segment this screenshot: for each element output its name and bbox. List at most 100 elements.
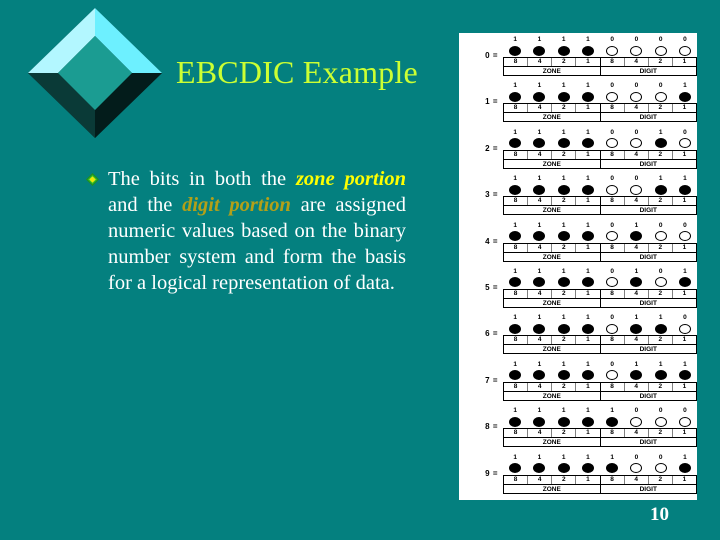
ebcdic-place-value: 2 — [649, 336, 673, 345]
bit-dot-empty-icon — [654, 277, 667, 288]
ebcdic-bit-dot-cell — [600, 277, 624, 288]
ebcdic-bit-label: 1 — [586, 407, 590, 415]
ebcdic-row: 4 = 1 1 1 1 0 1 0 0 8 4 2 1 8 4 2 1 ZONE DIGIT — [459, 222, 697, 268]
ebcdic-bit-dot-cell — [527, 463, 551, 474]
ebcdic-bit-dot-cell — [600, 323, 624, 334]
bit-dot-empty-icon — [654, 416, 667, 427]
ebcdic-place-value: 4 — [528, 58, 553, 66]
bit-dot-filled-icon — [557, 231, 570, 242]
ebcdic-place-value: 4 — [625, 150, 649, 159]
bullet-block: The bits in both the zone portion and th… — [86, 166, 406, 296]
ebcdic-place-value: 1 — [682, 150, 687, 158]
bit-dot-filled-icon — [509, 231, 522, 242]
ebcdic-bit-label: 0 — [634, 407, 639, 415]
ebcdic-bit-dot-cell — [576, 323, 600, 334]
ebcdic-bit-label: 1 — [513, 453, 517, 461]
page-title: EBCDIC Example — [176, 54, 418, 90]
bit-dot-filled-icon — [509, 184, 522, 195]
bullet-text: The bits in both the zone portion and th… — [108, 166, 406, 296]
ebcdic-bit-label: 1 — [683, 175, 687, 183]
ebcdic-bit-dots — [503, 462, 697, 475]
bit-dot-filled-icon — [654, 184, 667, 195]
ebcdic-place-value: 1 — [682, 289, 687, 297]
ebcdic-place-value: 2 — [552, 197, 577, 206]
ebcdic-bit-dot-cell — [649, 231, 673, 242]
ebcdic-place-value: 1 — [682, 475, 687, 483]
ebcdic-row-label: 9 = — [485, 468, 498, 478]
ebcdic-bit-label: 1 — [537, 221, 542, 229]
ebcdic-place-value: 8 — [504, 150, 529, 159]
bit-dot-empty-icon — [678, 138, 691, 149]
ebcdic-group-labels: ZONE DIGIT — [503, 344, 697, 355]
bit-dot-filled-icon — [630, 277, 643, 288]
ebcdic-row-label: 4 = — [485, 236, 498, 246]
ebcdic-bit-dot-cell — [527, 277, 551, 288]
ebcdic-bit-label: 0 — [610, 36, 614, 43]
bit-dot-filled-icon — [533, 463, 546, 474]
bit-dot-filled-icon — [606, 416, 619, 427]
ebcdic-place-value: 8 — [504, 382, 529, 391]
bit-dot-filled-icon — [557, 463, 570, 474]
ebcdic-bit-dot-cell — [503, 138, 527, 149]
ebcdic-bit-dots — [503, 322, 697, 335]
ebcdic-digit-label: DIGIT — [639, 485, 657, 493]
bit-dot-empty-icon — [606, 370, 619, 381]
ebcdic-bit-dot-cell — [503, 277, 527, 288]
ebcdic-row-body: 1 1 1 1 0 1 1 1 8 4 2 1 8 4 2 1 ZONE DIGIT — [503, 361, 697, 401]
ebcdic-place-value: 2 — [649, 243, 673, 252]
ebcdic-bit-dot-cell — [576, 370, 600, 381]
ebcdic-bit-dot-cell — [624, 370, 648, 381]
ebcdic-row-body: 1 1 1 1 0 0 0 0 8 4 2 1 8 4 2 1 ZONE DIGIT — [503, 36, 697, 76]
ebcdic-row: 0 = 1 1 1 1 0 0 0 0 8 4 2 1 8 4 2 1 ZONE DIGIT — [459, 36, 697, 82]
bit-dot-filled-icon — [557, 323, 570, 334]
ebcdic-bit-label: 0 — [658, 82, 663, 90]
bit-dot-empty-icon — [678, 231, 691, 242]
ebcdic-bit-label: 0 — [610, 267, 614, 275]
ebcdic-row-body: 1 1 1 1 0 0 0 1 8 4 2 1 8 4 2 1 ZONE DIGIT — [503, 82, 697, 123]
ebcdic-bit-dot-cell — [624, 91, 648, 102]
ebcdic-bit-label: 1 — [561, 267, 566, 275]
ebcdic-bit-dot-cell — [552, 138, 576, 149]
ebcdic-bit-dot-cell — [624, 184, 648, 195]
bit-dot-filled-icon — [678, 91, 691, 102]
ebcdic-bit-label: 1 — [586, 453, 590, 461]
ebcdic-bit-label: 1 — [658, 360, 663, 368]
ebcdic-bit-dot-cell — [649, 416, 673, 427]
bit-dot-filled-icon — [533, 231, 546, 242]
ebcdic-bit-dot-cell — [649, 277, 673, 288]
ebcdic-bit-labels: 1 1 1 1 0 1 1 0 — [503, 314, 697, 322]
ebcdic-bit-label: 0 — [658, 453, 663, 461]
bit-dot-filled-icon — [509, 463, 522, 474]
ebcdic-place-value: 4 — [528, 289, 553, 298]
ebcdic-place-value: 8 — [504, 475, 529, 484]
ebcdic-bit-labels: 1 1 1 1 0 0 0 1 — [503, 82, 697, 90]
ebcdic-group-labels: ZONE DIGIT — [503, 390, 697, 401]
bit-dot-empty-icon — [606, 138, 619, 149]
ebcdic-place-values: 84218421 — [503, 57, 697, 66]
bit-dot-empty-icon — [654, 231, 667, 242]
ebcdic-place-value: 8 — [601, 289, 625, 298]
diamond-bevel-logo — [22, 2, 168, 144]
ebcdic-place-value: 1 — [576, 104, 601, 113]
ebcdic-bit-dot-cell — [503, 91, 527, 102]
ebcdic-bit-label: 0 — [658, 267, 663, 275]
ebcdic-bit-dot-cell — [503, 184, 527, 195]
ebcdic-bit-dot-cell — [527, 138, 551, 149]
bit-dot-empty-icon — [678, 45, 691, 56]
diamond-bullet-icon — [86, 166, 108, 186]
bit-dot-filled-icon — [509, 277, 522, 288]
ebcdic-bit-dot-cell — [624, 277, 648, 288]
ebcdic-bit-label: 0 — [634, 36, 639, 43]
bit-dot-filled-icon — [606, 463, 619, 474]
ebcdic-bit-dots — [503, 183, 697, 196]
ebcdic-place-values: 84218421 — [503, 474, 697, 484]
bullet-text-segment-2: and the — [108, 194, 183, 216]
ebcdic-bit-label: 1 — [561, 453, 566, 461]
ebcdic-bit-dots — [503, 137, 697, 150]
ebcdic-place-value: 1 — [682, 197, 687, 205]
bit-dot-filled-icon — [581, 231, 594, 242]
ebcdic-bit-label: 1 — [586, 128, 590, 136]
page-number: 10 — [650, 504, 669, 525]
ebcdic-place-value: 1 — [576, 475, 601, 484]
ebcdic-place-value: 8 — [504, 429, 529, 438]
